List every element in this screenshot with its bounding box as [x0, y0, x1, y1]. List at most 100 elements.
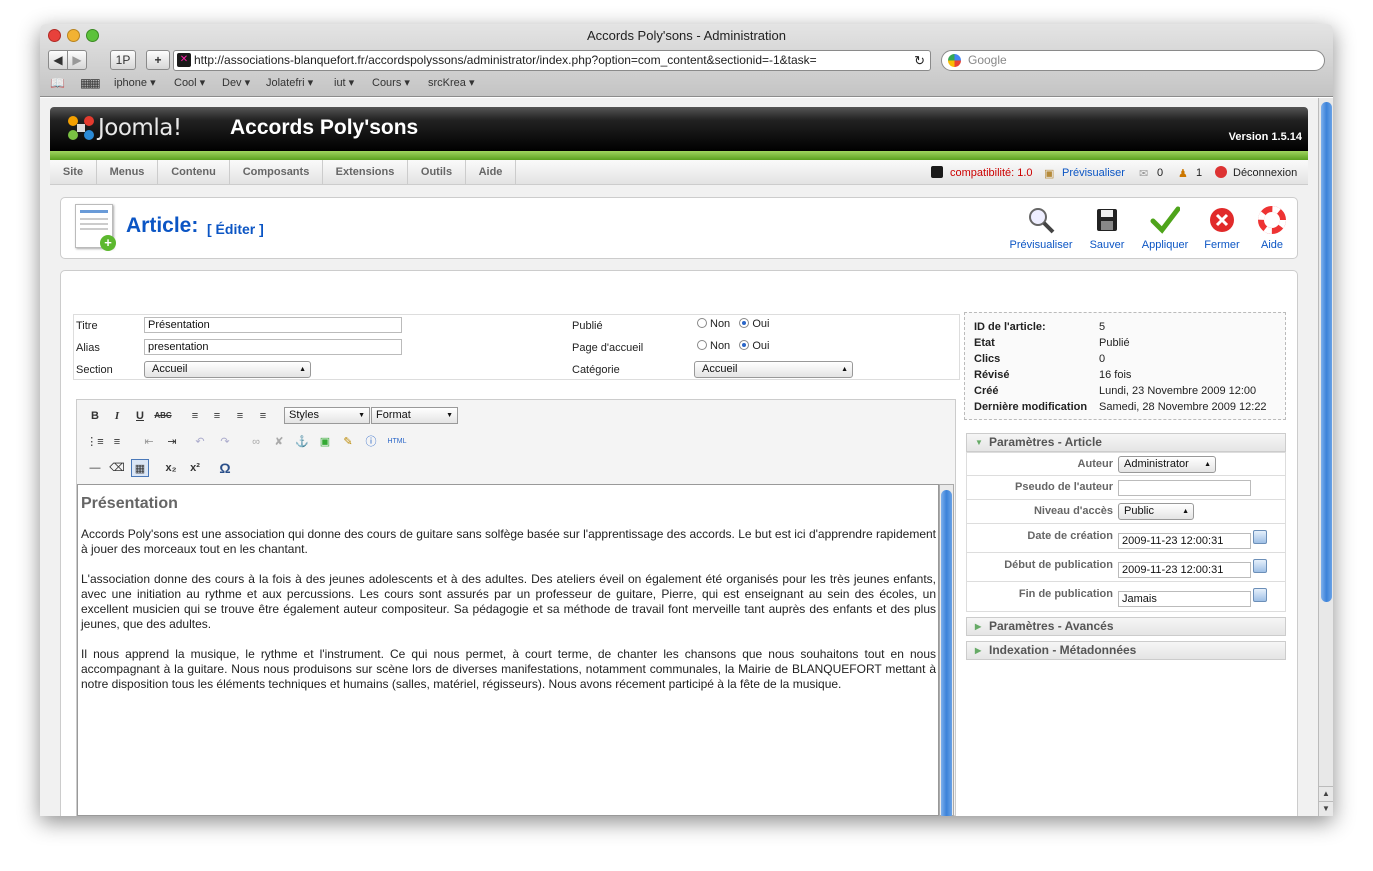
title-input[interactable]: Présentation	[144, 317, 402, 333]
url-bar[interactable]: ✕ http://associations-blanquefort.fr/acc…	[173, 50, 931, 71]
table-icon[interactable]: ▦	[131, 459, 149, 477]
article-edit-icon: +	[75, 204, 116, 251]
numbered-list-icon[interactable]: ≡	[108, 433, 126, 451]
bookmark-iphone[interactable]: iphone ▾	[114, 76, 156, 89]
author-select[interactable]: Administrator ▲	[1118, 456, 1216, 473]
scroll-up-arrow-icon[interactable]: ▲	[1319, 786, 1333, 800]
indent-icon[interactable]: ⇥	[163, 433, 181, 451]
alias-input[interactable]: presentation	[144, 339, 402, 355]
page-scroll-thumb[interactable]	[1321, 102, 1332, 602]
menu-outils[interactable]: Outils	[408, 160, 466, 185]
param-created-row: Date de création 2009-11-23 12:00:31	[966, 524, 1286, 553]
param-author-row: Auteur Administrator ▲	[966, 454, 1286, 476]
menu-aide[interactable]: Aide	[466, 160, 516, 185]
frontpage-yes-radio[interactable]	[739, 340, 750, 350]
params-advanced-toggle[interactable]: ▶ Paramètres - Avancés	[966, 617, 1286, 636]
publish-end-input[interactable]: Jamais	[1118, 591, 1251, 607]
menu-composants[interactable]: Composants	[230, 160, 323, 185]
horizontal-rule-icon[interactable]: —	[86, 459, 104, 477]
menu-contenu[interactable]: Contenu	[158, 160, 230, 185]
back-button[interactable]: ◀	[48, 50, 68, 70]
calendar-icon[interactable]	[1253, 588, 1267, 602]
users-count[interactable]: 1	[1196, 167, 1202, 179]
bookmark-cours[interactable]: Cours ▾	[372, 76, 410, 89]
category-select[interactable]: Accueil ▲	[694, 361, 853, 378]
published-no-radio[interactable]	[697, 318, 707, 328]
grid-icon[interactable]: ▦▦	[80, 76, 101, 90]
add-bookmark-button[interactable]: +	[146, 50, 170, 70]
calendar-icon[interactable]	[1253, 559, 1267, 573]
eraser-icon[interactable]: ⌫	[108, 459, 126, 477]
align-left-icon[interactable]: ≡	[186, 407, 204, 425]
author-alias-input[interactable]	[1118, 480, 1251, 496]
publish-start-input[interactable]: 2009-11-23 12:00:31	[1118, 562, 1251, 578]
redo-icon[interactable]: ↷	[216, 433, 234, 451]
editor-scrollbar[interactable]	[939, 484, 954, 816]
params-article-toggle[interactable]: ▼ Paramètres - Article	[966, 433, 1286, 452]
strikethrough-button[interactable]: ABC	[154, 407, 172, 425]
special-char-icon[interactable]: Ω	[216, 459, 234, 477]
align-justify-icon[interactable]: ≡	[254, 407, 272, 425]
checkmark-icon	[1150, 206, 1180, 234]
menu-extensions[interactable]: Extensions	[323, 160, 408, 185]
bookmark-cool[interactable]: Cool ▾	[174, 76, 205, 89]
preview-site-link[interactable]: Prévisualiser	[1062, 167, 1125, 179]
access-select[interactable]: Public ▲	[1118, 503, 1194, 520]
section-select[interactable]: Accueil ▲	[144, 361, 311, 378]
subscript-icon[interactable]: x₂	[162, 459, 180, 477]
page-scrollbar[interactable]: ▲ ▼	[1318, 98, 1333, 816]
anchor-icon[interactable]: ⚓	[293, 433, 311, 451]
forward-button[interactable]: ▶	[67, 50, 87, 70]
superscript-icon[interactable]: x²	[186, 459, 204, 477]
logout-link[interactable]: Déconnexion	[1233, 167, 1297, 179]
unlink-icon[interactable]: ✘	[270, 433, 288, 451]
bookmark-srckrea[interactable]: srcKrea ▾	[428, 76, 474, 89]
format-select[interactable]: Format ▼	[371, 407, 458, 424]
menu-menus[interactable]: Menus	[97, 160, 158, 185]
cleanup-icon[interactable]: ✎	[339, 433, 357, 451]
outdent-icon[interactable]: ⇤	[140, 433, 158, 451]
menu-site[interactable]: Site	[50, 160, 97, 185]
published-yes-radio[interactable]	[739, 318, 750, 328]
bookmark-jolatefri[interactable]: Jolatefri ▾	[266, 76, 313, 89]
undo-icon[interactable]: ↶	[191, 433, 209, 451]
content-paragraph-3: Il nous apprend la musique, le rythme et…	[81, 647, 936, 691]
reload-icon[interactable]: ↻	[914, 51, 925, 70]
params-metadata-toggle[interactable]: ▶ Indexation - Métadonnées	[966, 641, 1286, 660]
image-icon[interactable]: ▣	[316, 433, 334, 451]
admin-menu: Site Menus Contenu Composants Extensions…	[50, 160, 1308, 185]
toolbar-preview-button[interactable]: Prévisualiser	[1006, 206, 1076, 251]
link-icon[interactable]: ∞	[247, 433, 265, 451]
param-end-label: Fin de publication	[1018, 588, 1113, 600]
align-center-icon[interactable]: ≡	[208, 407, 226, 425]
italic-button[interactable]: I	[108, 407, 126, 425]
styles-select-label: Styles	[289, 409, 319, 421]
calendar-icon[interactable]	[1253, 530, 1267, 544]
bookmark-iut[interactable]: iut ▾	[334, 76, 354, 89]
messages-count[interactable]: 0	[1157, 167, 1163, 179]
toolbar-apply-label: Appliquer	[1141, 239, 1189, 251]
toolbar-help-button[interactable]: Aide	[1237, 206, 1307, 251]
editor-content[interactable]: Présentation Accords Poly'sons est une a…	[77, 484, 939, 816]
align-right-icon[interactable]: ≡	[231, 407, 249, 425]
styles-select[interactable]: Styles ▼	[284, 407, 370, 424]
help-icon[interactable]: ⓘ	[362, 433, 380, 451]
bold-button[interactable]: B	[86, 407, 104, 425]
html-source-button[interactable]: HTML	[385, 433, 409, 451]
bookmark-dev[interactable]: Dev ▾	[222, 76, 250, 89]
created-date-input[interactable]: 2009-11-23 12:00:31	[1118, 533, 1251, 549]
scroll-down-arrow-icon[interactable]: ▼	[1319, 801, 1333, 815]
bullet-list-icon[interactable]: ⋮≡	[86, 433, 104, 451]
close-icon	[1210, 208, 1234, 232]
book-icon[interactable]: 📖	[50, 76, 65, 90]
frontpage-no-radio[interactable]	[697, 340, 707, 350]
dropdown-arrow-icon: ▼	[446, 412, 453, 419]
published-no-label: Non	[710, 318, 731, 330]
underline-button[interactable]: U	[131, 407, 149, 425]
frontpage-radio-group: Non Oui	[697, 340, 769, 352]
search-field[interactable]: Google	[941, 50, 1325, 71]
editor-scroll-thumb[interactable]	[941, 490, 952, 816]
alias-label: Alias	[76, 342, 100, 354]
select-arrows-icon: ▲	[299, 366, 306, 373]
onepassword-button[interactable]: 1P	[110, 50, 136, 70]
